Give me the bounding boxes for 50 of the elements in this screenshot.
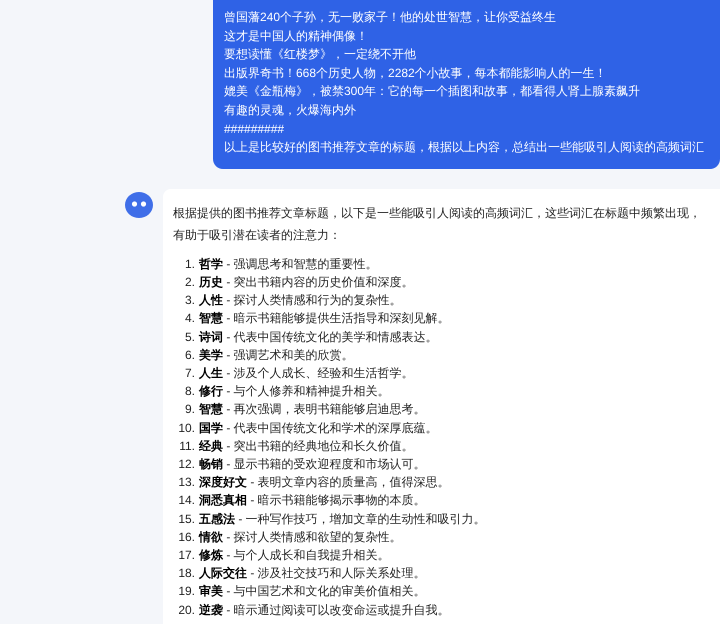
list-number: 17. bbox=[177, 547, 196, 564]
list-item-text: 智慧 - 暗示书籍能够提供生活指导和深刻见解。 bbox=[199, 310, 450, 328]
list-number: 13. bbox=[177, 474, 196, 492]
list-number: 3. bbox=[184, 292, 196, 310]
list-number: 5. bbox=[184, 328, 196, 346]
list-item-text: 修炼 - 与个人成长和自我提升相关。 bbox=[199, 547, 390, 564]
list-item-text: 人生 - 涉及个人成长、经验和生活哲学。 bbox=[199, 364, 414, 382]
intro-paragraph: 根据提供的图书推荐文章标题，以下是一些能吸引人阅读的高频词汇，这些词汇在标题中频繁出现，有助于吸引潜在读者的注意力： bbox=[173, 204, 702, 244]
message-line: 有趣的灵魂，火爆海内外 bbox=[224, 102, 357, 119]
list-item-text: 洞悉真相 - 暗示书籍能够揭示事物的本质。 bbox=[199, 492, 426, 510]
list-item-text: 审美 - 与中国艺术和文化的审美价值相关。 bbox=[199, 583, 426, 600]
list-number: 18. bbox=[177, 565, 196, 582]
list-item-text: 经典 - 突出书籍的经典地位和长久价值。 bbox=[199, 438, 414, 455]
list-number: 1. bbox=[184, 256, 196, 273]
list-number: 12. bbox=[177, 456, 196, 473]
list-item-text: 逆袭 - 暗示通过阅读可以改变命运或提升自我。 bbox=[199, 602, 450, 619]
list-item-text: 深度好文 - 表明文章内容的质量高，值得深思。 bbox=[199, 474, 450, 492]
list-number: 15. bbox=[177, 510, 196, 528]
list-item-text: 国学 - 代表中国传统文化和学术的深厚底蕴。 bbox=[199, 420, 438, 437]
list-number: 20. bbox=[177, 602, 196, 619]
message-line: 媲美《金瓶梅》，被禁300年：它的每一个插图和故事，都看得人肾上腺素飙升 bbox=[224, 83, 642, 100]
list-item-text: 五感法 - 一种写作技巧，增加文章的生动性和吸引力。 bbox=[199, 510, 486, 528]
list-number: 9. bbox=[184, 401, 196, 418]
list-number: 8. bbox=[184, 383, 196, 400]
list-item-text: 人性 - 探讨人类情感和行为的复杂性。 bbox=[199, 292, 402, 310]
message-line: 曾国藩240个子孙，无一败家子！他的处世智慧，让你受益终生 bbox=[224, 9, 558, 26]
list-item-text: 智慧 - 再次强调，表明书籍能够启迪思考。 bbox=[199, 401, 426, 418]
list-number: 7. bbox=[184, 364, 196, 382]
list-item-text: 情欲 - 探讨人类情感和欲望的复杂性。 bbox=[199, 528, 402, 546]
list-item-text: 修行 - 与个人修养和精神提升相关。 bbox=[199, 383, 390, 400]
bot-avatar-icon bbox=[125, 190, 153, 219]
list-number: 14. bbox=[177, 492, 196, 510]
list-number: 4. bbox=[184, 310, 196, 328]
message-line: 这才是中国人的精神偶像！ bbox=[224, 28, 369, 45]
message-line: 以上是比较好的图书推荐文章的标题，根据以上内容，总结出一些能吸引人阅读的高频词汇 bbox=[224, 139, 705, 156]
list-item-text: 畅销 - 显示书籍的受欢迎程度和市场认可。 bbox=[199, 456, 426, 473]
list-number: 10. bbox=[177, 420, 196, 437]
message-line: ######### bbox=[224, 120, 286, 138]
list-item-text: 诗词 - 代表中国传统文化的美学和情感表达。 bbox=[199, 328, 438, 346]
list-number: 11. bbox=[178, 438, 196, 455]
message-line: 要想读懂《红楼梦》，一定绕不开他 bbox=[224, 46, 417, 64]
message-line: 出版界奇书！668个历史人物，2282个小故事，每本都能影响人的一生！ bbox=[224, 64, 608, 82]
list-number: 2. bbox=[184, 274, 196, 291]
list-number: 19. bbox=[177, 583, 196, 600]
list-item-text: 人际交往 - 涉及社交技巧和人际关系处理。 bbox=[199, 565, 426, 582]
list-item-text: 美学 - 强调艺术和美的欣赏。 bbox=[199, 346, 354, 364]
list-item-text: 哲学 - 强调思考和智慧的重要性。 bbox=[199, 256, 378, 273]
list-number: 6. bbox=[184, 346, 196, 364]
list-item-text: 历史 - 突出书籍内容的历史价值和深度。 bbox=[199, 274, 414, 291]
list-number: 16. bbox=[177, 528, 196, 546]
